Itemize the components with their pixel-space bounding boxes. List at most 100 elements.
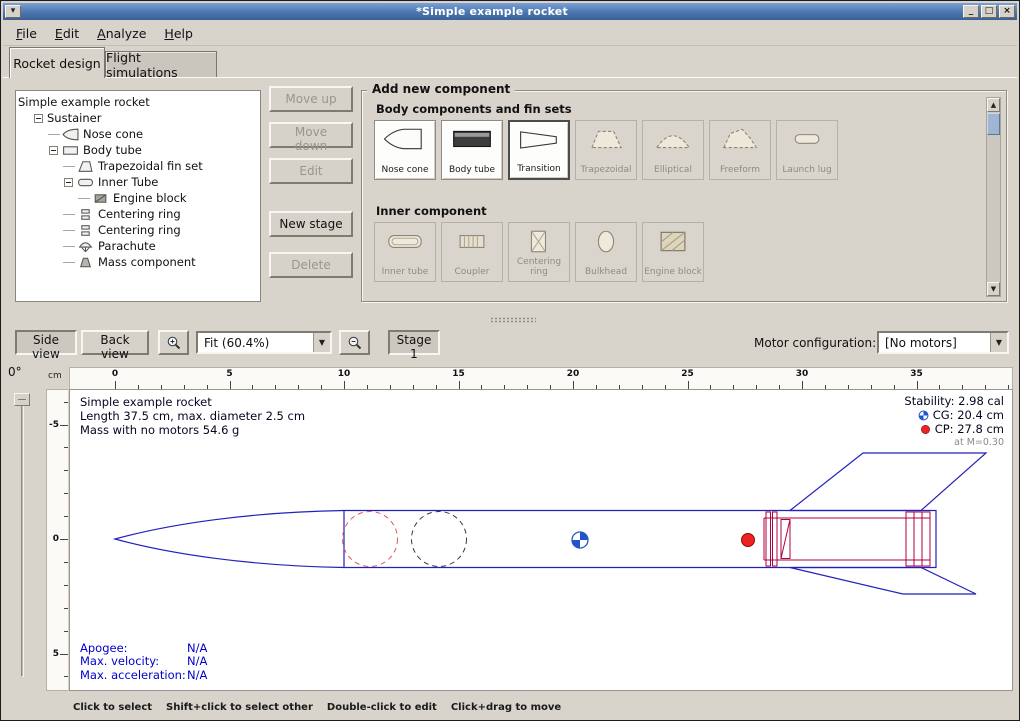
tree-item-mass-component[interactable]: Mass component <box>18 254 258 270</box>
rotation-slider[interactable] <box>21 395 24 677</box>
h-ruler-number: 20 <box>567 369 580 379</box>
scroll-down-icon[interactable]: ▼ <box>987 282 1000 296</box>
component-button-label: Trapezoidal <box>576 165 636 175</box>
chevron-down-icon[interactable]: ▼ <box>313 333 330 352</box>
zoom-select[interactable]: Fit (60.4%) ▼ <box>196 331 332 354</box>
component-button-nose-cone[interactable]: Nose cone <box>374 120 436 180</box>
cg-value: CG: 20.4 cm <box>933 408 1004 422</box>
tree-item-sustainer[interactable]: Sustainer <box>18 110 258 126</box>
maximize-button[interactable]: □ <box>981 5 997 18</box>
cp-value: CP: 27.8 cm <box>935 422 1004 436</box>
fin-upper <box>790 453 986 511</box>
chevron-down-icon[interactable]: ▼ <box>990 333 1007 352</box>
tree-item-centering-ring[interactable]: Centering ring <box>18 206 258 222</box>
window-menu-icon[interactable]: ▾ <box>5 5 21 18</box>
add-component-groupbox: Add new component Body components and fi… <box>361 90 1007 302</box>
component-tree[interactable]: Simple example rocketSustainerNose coneB… <box>15 90 261 302</box>
engineblock-icon <box>651 228 695 255</box>
menubar: FileEditAnalyzeHelp <box>3 21 1017 46</box>
tree-item-label: Trapezoidal fin set <box>98 159 203 173</box>
h-ruler-number: 25 <box>681 369 694 379</box>
centeringring-icon <box>77 208 94 221</box>
tree-expander-icon[interactable] <box>64 178 73 187</box>
tree-expander-icon[interactable] <box>49 146 58 155</box>
splitter-grip-icon[interactable] <box>490 317 536 323</box>
tree-expander-icon[interactable] <box>34 114 43 123</box>
motor-configuration-select[interactable]: [No motors] ▼ <box>877 331 1009 354</box>
menu-analyze[interactable]: Analyze <box>88 23 155 44</box>
component-button-label: Engine block <box>643 267 703 277</box>
menu-help[interactable]: Help <box>155 23 202 44</box>
tab-flight-simulations[interactable]: Flight simulations <box>105 51 217 78</box>
tree-item-trapezoidal-fin-set[interactable]: Trapezoidal fin set <box>18 158 258 174</box>
tree-item-label: Engine block <box>113 191 187 205</box>
minimize-button[interactable]: _ <box>963 5 979 18</box>
back-view-button[interactable]: Back view <box>81 330 149 355</box>
parachute-dashed-outline <box>343 512 398 567</box>
pane-splitter[interactable] <box>3 315 1017 324</box>
close-button[interactable]: × <box>999 5 1015 18</box>
app-window: ▾ *Simple example rocket _ □ × FileEditA… <box>0 0 1020 721</box>
cg-marker <box>572 532 588 548</box>
zoom-in-button[interactable] <box>158 330 189 355</box>
menu-edit[interactable]: Edit <box>46 23 88 44</box>
component-button-freeform: Freeform <box>709 120 771 180</box>
component-button-transition[interactable]: Transition <box>508 120 570 180</box>
tree-connector <box>63 262 75 263</box>
v-ruler-number: 5 <box>53 649 59 659</box>
component-scrollbar[interactable]: ▲ ▼ <box>986 97 1001 297</box>
tree-item-centering-ring[interactable]: Centering ring <box>18 222 258 238</box>
component-button-label: Freeform <box>710 165 770 175</box>
freeform-icon <box>718 126 762 153</box>
status-hint: Click to select <box>73 702 152 713</box>
engine-mount <box>764 512 930 566</box>
transition-icon <box>517 127 561 154</box>
tree-item-simple-example-rocket[interactable]: Simple example rocket <box>18 94 258 110</box>
menu-file[interactable]: File <box>7 23 46 44</box>
motor-configuration-value: [No motors] <box>879 336 990 350</box>
tab-rocket-design[interactable]: Rocket design <box>9 47 105 78</box>
h-ruler-number: 35 <box>910 369 923 379</box>
tree-item-body-tube[interactable]: Body tube <box>18 142 258 158</box>
flight-stat-value: N/A <box>187 655 207 669</box>
titlebar[interactable]: ▾ *Simple example rocket _ □ × <box>3 3 1017 20</box>
tree-item-parachute[interactable]: Parachute <box>18 238 258 254</box>
tree-item-label: Sustainer <box>47 111 101 125</box>
move-down-button: Move down <box>269 122 353 148</box>
component-button-label: Elliptical <box>643 165 703 175</box>
rocket-canvas[interactable]: Simple example rocket Length 37.5 cm, ma… <box>69 389 1013 691</box>
side-view-button[interactable]: Side view <box>15 330 77 355</box>
tree-item-label: Centering ring <box>98 207 181 221</box>
tree-connector <box>48 134 60 135</box>
tree-item-nose-cone[interactable]: Nose cone <box>18 126 258 142</box>
statusbar: Click to selectShift+click to select oth… <box>1 695 1020 720</box>
move-up-button: Move up <box>269 86 353 112</box>
launchlug-icon <box>785 126 829 153</box>
new-stage-button[interactable]: New stage <box>269 211 353 237</box>
ruler-unit-label: cm <box>48 371 62 381</box>
component-button-bulkhead: Bulkhead <box>575 222 637 282</box>
rotation-slider-handle[interactable] <box>14 393 30 406</box>
stage-1-toggle[interactable]: Stage 1 <box>388 330 440 355</box>
v-ruler: -505 <box>46 389 68 691</box>
scroll-up-icon[interactable]: ▲ <box>987 98 1000 112</box>
engineblock-icon <box>92 192 109 205</box>
motor-configuration-label: Motor configuration: <box>754 336 876 350</box>
finset-icon <box>77 160 94 173</box>
bodytube-icon <box>62 144 79 157</box>
component-button-centering-ring: Centering ring <box>508 222 570 282</box>
flight-stat-label: Max. velocity: <box>80 655 187 669</box>
rocket-diagram-panel: 0° cm 05101520253035 -505 <box>1 361 1020 695</box>
stability-info: Stability: 2.98 cal CG: 20.4 cm CP: 27.8… <box>904 394 1004 450</box>
bulkhead-icon <box>584 228 628 255</box>
zoom-out-button[interactable] <box>339 330 370 355</box>
tree-connector <box>63 166 75 167</box>
rocket-design-pane: Simple example rocketSustainerNose coneB… <box>3 77 1017 315</box>
edit-button: Edit <box>269 158 353 184</box>
tree-item-inner-tube[interactable]: Inner Tube <box>18 174 258 190</box>
tree-item-engine-block[interactable]: Engine block <box>18 190 258 206</box>
component-button-body-tube[interactable]: Body tube <box>441 120 503 180</box>
tree-item-label: Centering ring <box>98 223 181 237</box>
tree-connector <box>63 214 75 215</box>
scrollbar-thumb[interactable] <box>987 113 1000 135</box>
